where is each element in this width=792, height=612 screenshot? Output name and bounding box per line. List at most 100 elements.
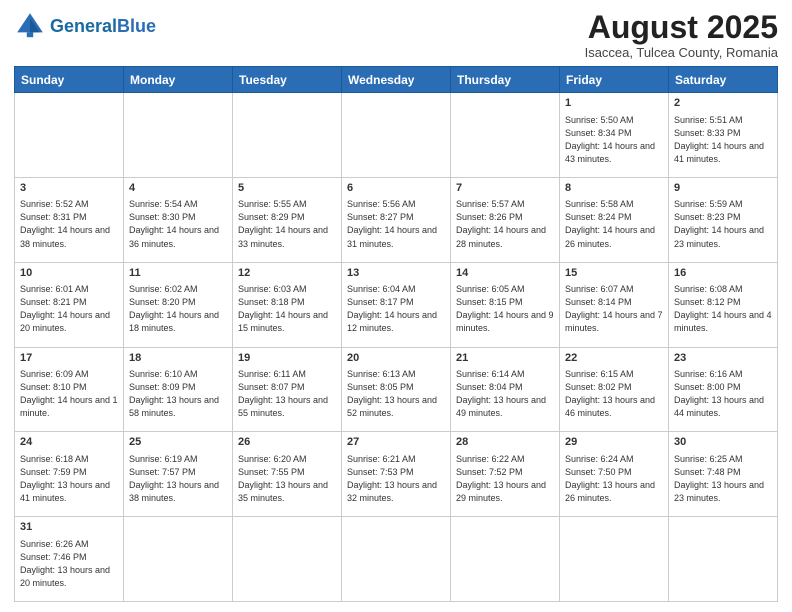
day-number: 3 xyxy=(20,181,118,196)
calendar-cell: 21 Sunrise: 6:14 AM Sunset: 8:04 PM Dayli… xyxy=(451,347,560,432)
day-info: Sunrise: 6:10 AM Sunset: 8:09 PM Dayligh… xyxy=(129,368,227,420)
calendar-cell: 25Sunrise: 6:19 AM Sunset: 7:57 PM Dayli… xyxy=(124,432,233,517)
day-number: 2 xyxy=(674,96,772,111)
calendar-cell xyxy=(451,93,560,178)
calendar-day-header: Tuesday xyxy=(233,67,342,93)
calendar-day-header: Wednesday xyxy=(342,67,451,93)
day-info: Sunrise: 5:57 AM Sunset: 8:26 PM Dayligh… xyxy=(456,198,554,250)
day-info: Sunrise: 6:09 AM Sunset: 8:10 PM Dayligh… xyxy=(20,368,118,420)
calendar-cell xyxy=(233,517,342,602)
calendar-cell: 24Sunrise: 6:18 AM Sunset: 7:59 PM Dayli… xyxy=(15,432,124,517)
day-number: 26 xyxy=(238,435,336,450)
day-number: 5 xyxy=(238,181,336,196)
location-subtitle: Isaccea, Tulcea County, Romania xyxy=(585,45,778,60)
day-number: 29 xyxy=(565,435,663,450)
calendar-day-header: Friday xyxy=(560,67,669,93)
day-number: 28 xyxy=(456,435,554,450)
day-info: Sunrise: 6:11 AM Sunset: 8:07 PM Dayligh… xyxy=(238,368,336,420)
day-info: Sunrise: 6:13 AM Sunset: 8:05 PM Dayligh… xyxy=(347,368,445,420)
logo: GeneralBlue xyxy=(14,10,156,42)
calendar-day-header: Monday xyxy=(124,67,233,93)
day-info: Sunrise: 6:22 AM Sunset: 7:52 PM Dayligh… xyxy=(456,453,554,505)
day-info: Sunrise: 5:54 AM Sunset: 8:30 PM Dayligh… xyxy=(129,198,227,250)
day-info: Sunrise: 6:20 AM Sunset: 7:55 PM Dayligh… xyxy=(238,453,336,505)
calendar-cell: 5 Sunrise: 5:55 AM Sunset: 8:29 PM Daylig… xyxy=(233,177,342,262)
day-info: Sunrise: 6:02 AM Sunset: 8:20 PM Dayligh… xyxy=(129,283,227,335)
day-number: 27 xyxy=(347,435,445,450)
day-info: Sunrise: 6:05 AM Sunset: 8:15 PM Dayligh… xyxy=(456,283,554,335)
calendar-cell: 26 Sunrise: 6:20 AM Sunset: 7:55 PM Dayli… xyxy=(233,432,342,517)
day-info: Sunrise: 6:08 AM Sunset: 8:12 PM Dayligh… xyxy=(674,283,772,335)
day-number: 11 xyxy=(129,266,227,281)
logo-icon xyxy=(14,10,46,42)
calendar-cell: 16 Sunrise: 6:08 AM Sunset: 8:12 PM Dayli… xyxy=(669,262,778,347)
calendar-cell: 11 Sunrise: 6:02 AM Sunset: 8:20 PM Dayli… xyxy=(124,262,233,347)
calendar-cell xyxy=(233,93,342,178)
logo-blue: Blue xyxy=(117,16,156,36)
calendar-cell: 12Sunrise: 6:03 AM Sunset: 8:18 PM Dayli… xyxy=(233,262,342,347)
day-info: Sunrise: 5:58 AM Sunset: 8:24 PM Dayligh… xyxy=(565,198,663,250)
day-number: 22 xyxy=(565,351,663,366)
month-title: August 2025 xyxy=(585,10,778,45)
calendar-cell: 13 Sunrise: 6:04 AM Sunset: 8:17 PM Dayli… xyxy=(342,262,451,347)
day-number: 15 xyxy=(565,266,663,281)
day-number: 16 xyxy=(674,266,772,281)
calendar-cell: 2 Sunrise: 5:51 AM Sunset: 8:33 PM Daylig… xyxy=(669,93,778,178)
calendar-cell: 31Sunrise: 6:26 AM Sunset: 7:46 PM Dayli… xyxy=(15,517,124,602)
calendar-table: SundayMondayTuesdayWednesdayThursdayFrid… xyxy=(14,66,778,602)
calendar-cell: 27 Sunrise: 6:21 AM Sunset: 7:53 PM Dayli… xyxy=(342,432,451,517)
day-number: 13 xyxy=(347,266,445,281)
calendar-week-row: 10Sunrise: 6:01 AM Sunset: 8:21 PM Dayli… xyxy=(15,262,778,347)
calendar-week-row: 24Sunrise: 6:18 AM Sunset: 7:59 PM Dayli… xyxy=(15,432,778,517)
day-number: 7 xyxy=(456,181,554,196)
calendar-cell xyxy=(124,93,233,178)
calendar-cell: 7 Sunrise: 5:57 AM Sunset: 8:26 PM Daylig… xyxy=(451,177,560,262)
day-info: Sunrise: 6:18 AM Sunset: 7:59 PM Dayligh… xyxy=(20,453,118,505)
calendar-cell xyxy=(15,93,124,178)
day-info: Sunrise: 6:21 AM Sunset: 7:53 PM Dayligh… xyxy=(347,453,445,505)
calendar-cell: 15 Sunrise: 6:07 AM Sunset: 8:14 PM Dayli… xyxy=(560,262,669,347)
calendar-day-header: Sunday xyxy=(15,67,124,93)
day-number: 30 xyxy=(674,435,772,450)
calendar-cell: 22Sunrise: 6:15 AM Sunset: 8:02 PM Dayli… xyxy=(560,347,669,432)
day-info: Sunrise: 6:04 AM Sunset: 8:17 PM Dayligh… xyxy=(347,283,445,335)
calendar-cell: 28 Sunrise: 6:22 AM Sunset: 7:52 PM Dayli… xyxy=(451,432,560,517)
calendar-day-header: Thursday xyxy=(451,67,560,93)
day-info: Sunrise: 6:14 AM Sunset: 8:04 PM Dayligh… xyxy=(456,368,554,420)
day-number: 4 xyxy=(129,181,227,196)
day-info: Sunrise: 6:16 AM Sunset: 8:00 PM Dayligh… xyxy=(674,368,772,420)
day-info: Sunrise: 5:52 AM Sunset: 8:31 PM Dayligh… xyxy=(20,198,118,250)
day-info: Sunrise: 5:51 AM Sunset: 8:33 PM Dayligh… xyxy=(674,114,772,166)
calendar-cell: 9Sunrise: 5:59 AM Sunset: 8:23 PM Daylig… xyxy=(669,177,778,262)
calendar-cell xyxy=(451,517,560,602)
calendar-cell: 10Sunrise: 6:01 AM Sunset: 8:21 PM Dayli… xyxy=(15,262,124,347)
day-number: 10 xyxy=(20,266,118,281)
day-number: 19 xyxy=(238,351,336,366)
day-number: 31 xyxy=(20,520,118,535)
day-number: 6 xyxy=(347,181,445,196)
day-number: 9 xyxy=(674,181,772,196)
calendar-cell xyxy=(124,517,233,602)
calendar-cell xyxy=(560,517,669,602)
page: GeneralBlue August 2025 Isaccea, Tulcea … xyxy=(0,0,792,612)
day-number: 1 xyxy=(565,96,663,111)
calendar-cell xyxy=(669,517,778,602)
calendar-cell: 4 Sunrise: 5:54 AM Sunset: 8:30 PM Daylig… xyxy=(124,177,233,262)
day-number: 12 xyxy=(238,266,336,281)
day-info: Sunrise: 6:24 AM Sunset: 7:50 PM Dayligh… xyxy=(565,453,663,505)
day-info: Sunrise: 5:55 AM Sunset: 8:29 PM Dayligh… xyxy=(238,198,336,250)
calendar-cell: 20Sunrise: 6:13 AM Sunset: 8:05 PM Dayli… xyxy=(342,347,451,432)
calendar-cell: 17Sunrise: 6:09 AM Sunset: 8:10 PM Dayli… xyxy=(15,347,124,432)
logo-text: GeneralBlue xyxy=(50,17,156,35)
day-info: Sunrise: 6:07 AM Sunset: 8:14 PM Dayligh… xyxy=(565,283,663,335)
calendar-day-header: Saturday xyxy=(669,67,778,93)
calendar-cell: 14 Sunrise: 6:05 AM Sunset: 8:15 PM Dayli… xyxy=(451,262,560,347)
day-number: 14 xyxy=(456,266,554,281)
title-area: August 2025 Isaccea, Tulcea County, Roma… xyxy=(585,10,778,60)
calendar-cell: 1Sunrise: 5:50 AM Sunset: 8:34 PM Daylig… xyxy=(560,93,669,178)
calendar-cell: 29 Sunrise: 6:24 AM Sunset: 7:50 PM Dayli… xyxy=(560,432,669,517)
day-number: 21 xyxy=(456,351,554,366)
day-number: 25 xyxy=(129,435,227,450)
calendar-week-row: 31Sunrise: 6:26 AM Sunset: 7:46 PM Dayli… xyxy=(15,517,778,602)
day-number: 23 xyxy=(674,351,772,366)
